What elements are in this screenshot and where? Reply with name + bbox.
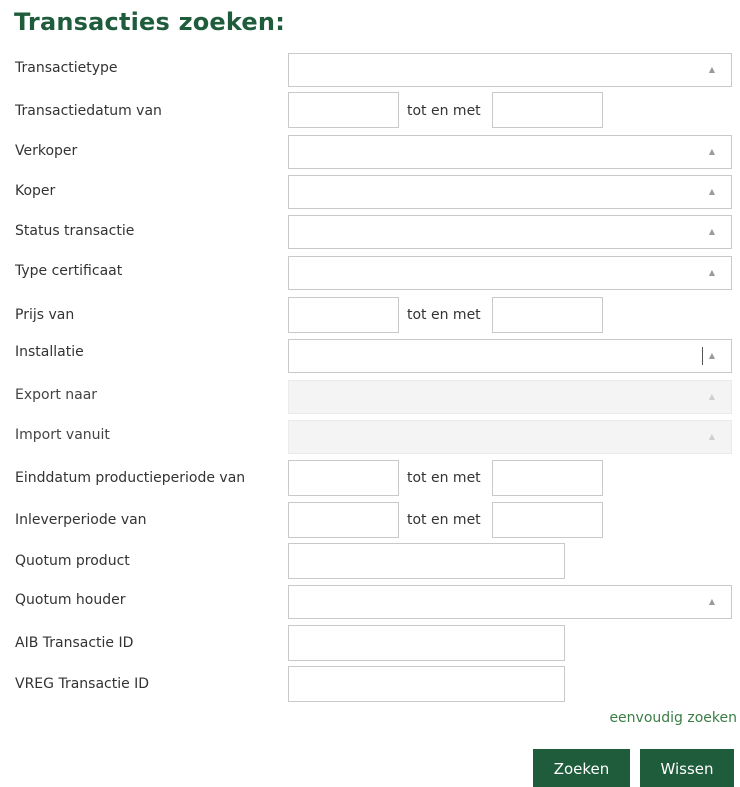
einddatum-label: Einddatum productieperiode van: [15, 470, 246, 486]
verkoper-select[interactable]: ▲: [288, 135, 732, 169]
chevron-up-icon: ▲: [708, 227, 715, 236]
transactietype-label: Transactietype: [15, 60, 118, 76]
chevron-up-icon: ▲: [708, 432, 715, 441]
quotum-product-input[interactable]: [288, 543, 565, 579]
installatie-label: Installatie: [15, 344, 84, 360]
quotum-houder-select[interactable]: ▲: [288, 585, 732, 619]
vreg-transactie-id-label: VREG Transactie ID: [15, 676, 150, 692]
export-naar-select: ▲: [288, 380, 732, 414]
simple-search-link[interactable]: eenvoudig zoeken: [609, 710, 737, 726]
clear-button[interactable]: Wissen: [640, 749, 734, 787]
prijs-label: Prijs van: [15, 307, 75, 323]
installatie-select[interactable]: ▲: [288, 339, 732, 373]
chevron-up-icon: ▲: [708, 351, 715, 360]
transactietype-select[interactable]: ▲: [288, 53, 732, 87]
inleverperiode-from-input[interactable]: [288, 502, 399, 538]
search-transactions-form: Transacties zoeken: Transactietype ▲ Tra…: [0, 0, 740, 787]
export-naar-label: Export naar: [15, 387, 98, 403]
import-vanuit-label: Import vanuit: [15, 427, 110, 443]
text-cursor: [702, 347, 703, 365]
inleverperiode-to-input[interactable]: [492, 502, 603, 538]
koper-select[interactable]: ▲: [288, 175, 732, 209]
verkoper-label: Verkoper: [15, 143, 78, 159]
einddatum-from-input[interactable]: [288, 460, 399, 496]
inleverperiode-between-label: tot en met: [407, 512, 481, 528]
einddatum-between-label: tot en met: [407, 470, 481, 486]
chevron-up-icon: ▲: [708, 597, 715, 606]
type-certificaat-select[interactable]: ▲: [288, 256, 732, 290]
quotum-houder-label: Quotum houder: [15, 592, 126, 608]
einddatum-to-input[interactable]: [492, 460, 603, 496]
chevron-up-icon: ▲: [708, 65, 715, 74]
transactiedatum-between-label: tot en met: [407, 103, 481, 119]
status-transactie-label: Status transactie: [15, 223, 135, 239]
prijs-between-label: tot en met: [407, 307, 481, 323]
prijs-to-input[interactable]: [492, 297, 603, 333]
transactiedatum-to-input[interactable]: [492, 92, 603, 128]
chevron-up-icon: ▲: [708, 392, 715, 401]
page-title: Transacties zoeken:: [14, 8, 285, 36]
quotum-product-label: Quotum product: [15, 553, 130, 569]
chevron-up-icon: ▲: [708, 187, 715, 196]
chevron-up-icon: ▲: [708, 268, 715, 277]
vreg-transactie-id-input[interactable]: [288, 666, 565, 702]
import-vanuit-select: ▲: [288, 420, 732, 454]
status-transactie-select[interactable]: ▲: [288, 215, 732, 249]
transactiedatum-label: Transactiedatum van: [15, 103, 162, 119]
search-button[interactable]: Zoeken: [533, 749, 630, 787]
type-certificaat-label: Type certificaat: [15, 263, 123, 279]
koper-label: Koper: [15, 183, 56, 199]
aib-transactie-id-label: AIB Transactie ID: [15, 635, 134, 651]
chevron-up-icon: ▲: [708, 147, 715, 156]
inleverperiode-label: Inleverperiode van: [15, 512, 147, 528]
transactiedatum-from-input[interactable]: [288, 92, 399, 128]
aib-transactie-id-input[interactable]: [288, 625, 565, 661]
prijs-from-input[interactable]: [288, 297, 399, 333]
